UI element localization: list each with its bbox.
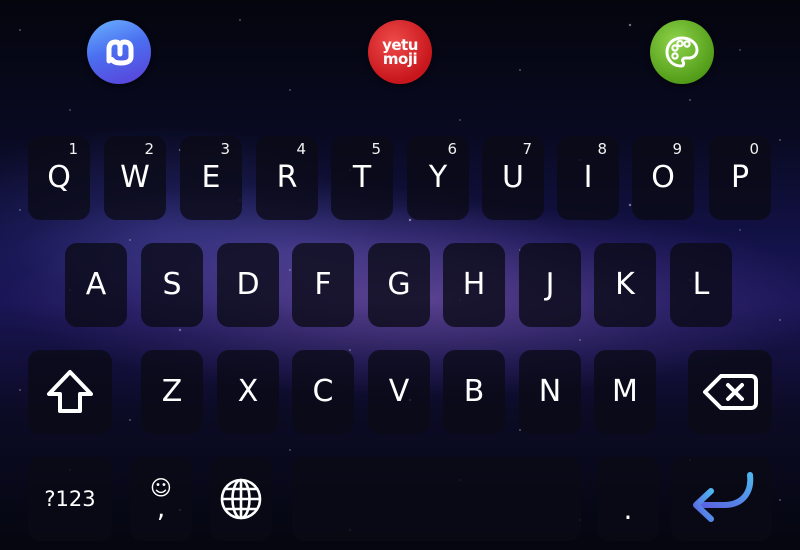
key-label: B xyxy=(463,374,485,409)
key-label: A xyxy=(85,267,107,302)
key-u[interactable]: 7 U xyxy=(482,136,544,220)
yetumoji-icon: yetu moji xyxy=(382,38,418,68)
key-label: V xyxy=(388,374,410,409)
mastodon-icon xyxy=(106,39,134,66)
key-w[interactable]: 2 W xyxy=(104,136,166,220)
key-label: F xyxy=(314,267,332,302)
key-y[interactable]: 6 Y xyxy=(407,136,469,220)
key-o[interactable]: 9 O xyxy=(632,136,694,220)
key-v[interactable]: V xyxy=(368,350,430,434)
key-hint: 1 xyxy=(68,140,78,158)
yetumoji-line2: moji xyxy=(382,50,418,68)
key-label: N xyxy=(538,374,562,409)
space-bar[interactable] xyxy=(292,457,581,541)
key-label: X xyxy=(237,374,259,409)
key-hint: 2 xyxy=(144,140,154,158)
key-hint: 0 xyxy=(749,140,759,158)
enter-icon xyxy=(692,472,753,522)
period-key[interactable]: . xyxy=(597,457,659,541)
key-l[interactable]: L xyxy=(670,243,732,327)
key-label: D xyxy=(236,267,260,302)
language-switch-key[interactable] xyxy=(210,457,272,541)
key-hint: 9 xyxy=(672,140,682,158)
key-label: K xyxy=(615,267,635,302)
backspace-icon xyxy=(703,374,758,410)
key-h[interactable]: H xyxy=(443,243,505,327)
key-label: H xyxy=(462,267,486,302)
key-label: T xyxy=(352,160,372,195)
key-t[interactable]: 5 T xyxy=(331,136,393,220)
key-hint: 8 xyxy=(597,140,607,158)
key-label: G xyxy=(387,267,411,302)
key-hint: 6 xyxy=(447,140,457,158)
key-label: Z xyxy=(161,374,183,409)
key-n[interactable]: N xyxy=(519,350,581,434)
key-label: O xyxy=(651,160,675,195)
key-label: J xyxy=(545,267,555,302)
key-label: E xyxy=(201,160,221,195)
key-s[interactable]: S xyxy=(141,243,203,327)
key-label: S xyxy=(162,267,182,302)
key-label: P xyxy=(730,160,750,195)
key-b[interactable]: B xyxy=(443,350,505,434)
key-label: W xyxy=(120,160,150,195)
key-label: Y xyxy=(428,160,448,195)
key-k[interactable]: K xyxy=(594,243,656,327)
key-label: M xyxy=(612,374,638,409)
backspace-key[interactable] xyxy=(688,350,772,434)
suggestion-toolbar: yetu moji xyxy=(0,0,800,110)
key-g[interactable]: G xyxy=(368,243,430,327)
key-m[interactable]: M xyxy=(594,350,656,434)
yetumoji-app-button[interactable]: yetu moji xyxy=(368,20,432,84)
key-label: L xyxy=(692,267,710,302)
symbols-key-label: ?123 xyxy=(44,486,96,511)
key-hint: 4 xyxy=(296,140,306,158)
key-hint: 3 xyxy=(220,140,230,158)
key-label: Q xyxy=(47,160,71,195)
key-i[interactable]: 8 I xyxy=(557,136,619,220)
symbols-key[interactable]: ?123 xyxy=(28,457,112,541)
key-hint: 5 xyxy=(371,140,381,158)
key-label: U xyxy=(502,160,524,195)
key-d[interactable]: D xyxy=(217,243,279,327)
key-r[interactable]: 4 R xyxy=(256,136,318,220)
key-label: I xyxy=(583,160,593,195)
key-hint: 7 xyxy=(522,140,532,158)
emoji-comma-key[interactable]: ☺ , xyxy=(130,457,192,541)
key-c[interactable]: C xyxy=(292,350,354,434)
key-f[interactable]: F xyxy=(292,243,354,327)
key-j[interactable]: J xyxy=(519,243,581,327)
globe-icon xyxy=(220,478,262,520)
enter-key[interactable] xyxy=(671,457,772,541)
shift-icon xyxy=(47,370,93,413)
theme-palette-button[interactable] xyxy=(650,20,714,84)
comma-label: , xyxy=(156,494,166,524)
key-z[interactable]: Z xyxy=(141,350,203,434)
shift-key[interactable] xyxy=(28,350,112,434)
key-label: C xyxy=(312,374,334,409)
period-label: . xyxy=(623,493,633,526)
key-q[interactable]: 1 Q xyxy=(28,136,90,220)
key-a[interactable]: A xyxy=(65,243,127,327)
key-p[interactable]: 0 P xyxy=(709,136,771,220)
key-label: R xyxy=(276,160,298,195)
palette-icon xyxy=(665,36,699,68)
key-x[interactable]: X xyxy=(217,350,279,434)
key-e[interactable]: 3 E xyxy=(180,136,242,220)
mastodon-app-button[interactable] xyxy=(87,20,151,84)
